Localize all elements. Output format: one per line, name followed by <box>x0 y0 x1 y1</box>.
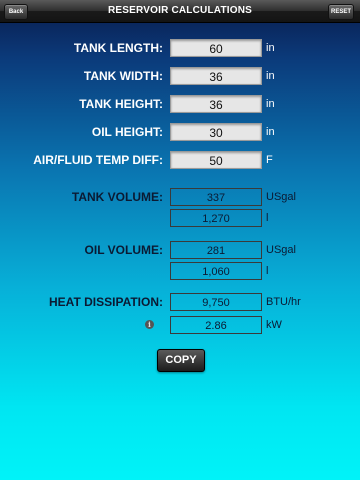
tank-volume-gal-value: 337 <box>170 188 262 206</box>
copy-button[interactable]: COPY <box>157 349 205 372</box>
tank-width-input[interactable]: 36 <box>170 67 262 85</box>
heat-kw-value: 2.86 <box>170 316 262 334</box>
heat-kw-unit: kW <box>266 319 282 331</box>
heat-btu-value: 9,750 <box>170 293 262 311</box>
tank-volume-gal-unit: USgal <box>266 191 296 203</box>
oil-height-label: OIL HEIGHT: <box>91 125 163 139</box>
oil-volume-liter-unit: l <box>266 265 269 277</box>
tank-volume-liter-unit: l <box>266 212 269 224</box>
tank-height-input[interactable]: 36 <box>170 95 262 113</box>
oil-height-unit: in <box>266 126 275 138</box>
tank-length-unit: in <box>266 42 275 54</box>
oil-volume-gal-value: 281 <box>170 241 262 259</box>
tank-volume-liter-value: 1,270 <box>170 209 262 227</box>
temp-diff-input[interactable]: 50 <box>170 151 262 169</box>
tank-length-input[interactable]: 60 <box>170 39 262 57</box>
temp-diff-label: AIR/FLUID TEMP DIFF: <box>33 153 163 167</box>
tank-width-unit: in <box>266 70 275 82</box>
oil-volume-liter-value: 1,060 <box>170 262 262 280</box>
heat-dissipation-label: HEAT DISSIPATION: <box>49 295 163 309</box>
info-icon[interactable]: i <box>145 320 154 329</box>
navigation-bar: Back RESERVOIR CALCULATIONS RESET <box>0 0 360 23</box>
tank-height-unit: in <box>266 98 275 110</box>
temp-diff-unit: F <box>266 154 273 166</box>
oil-height-input[interactable]: 30 <box>170 123 262 141</box>
tank-width-label: TANK WIDTH: <box>83 69 163 83</box>
oil-volume-gal-unit: USgal <box>266 244 296 256</box>
tank-height-label: TANK HEIGHT: <box>79 97 163 111</box>
tank-length-label: TANK LENGTH: <box>73 41 163 55</box>
oil-volume-label: OIL VOLUME: <box>84 243 163 257</box>
heat-btu-unit: BTU/hr <box>266 296 301 308</box>
reset-button[interactable]: RESET <box>328 4 354 20</box>
tank-volume-label: TANK VOLUME: <box>71 190 163 204</box>
page-title: RESERVOIR CALCULATIONS <box>107 5 253 16</box>
